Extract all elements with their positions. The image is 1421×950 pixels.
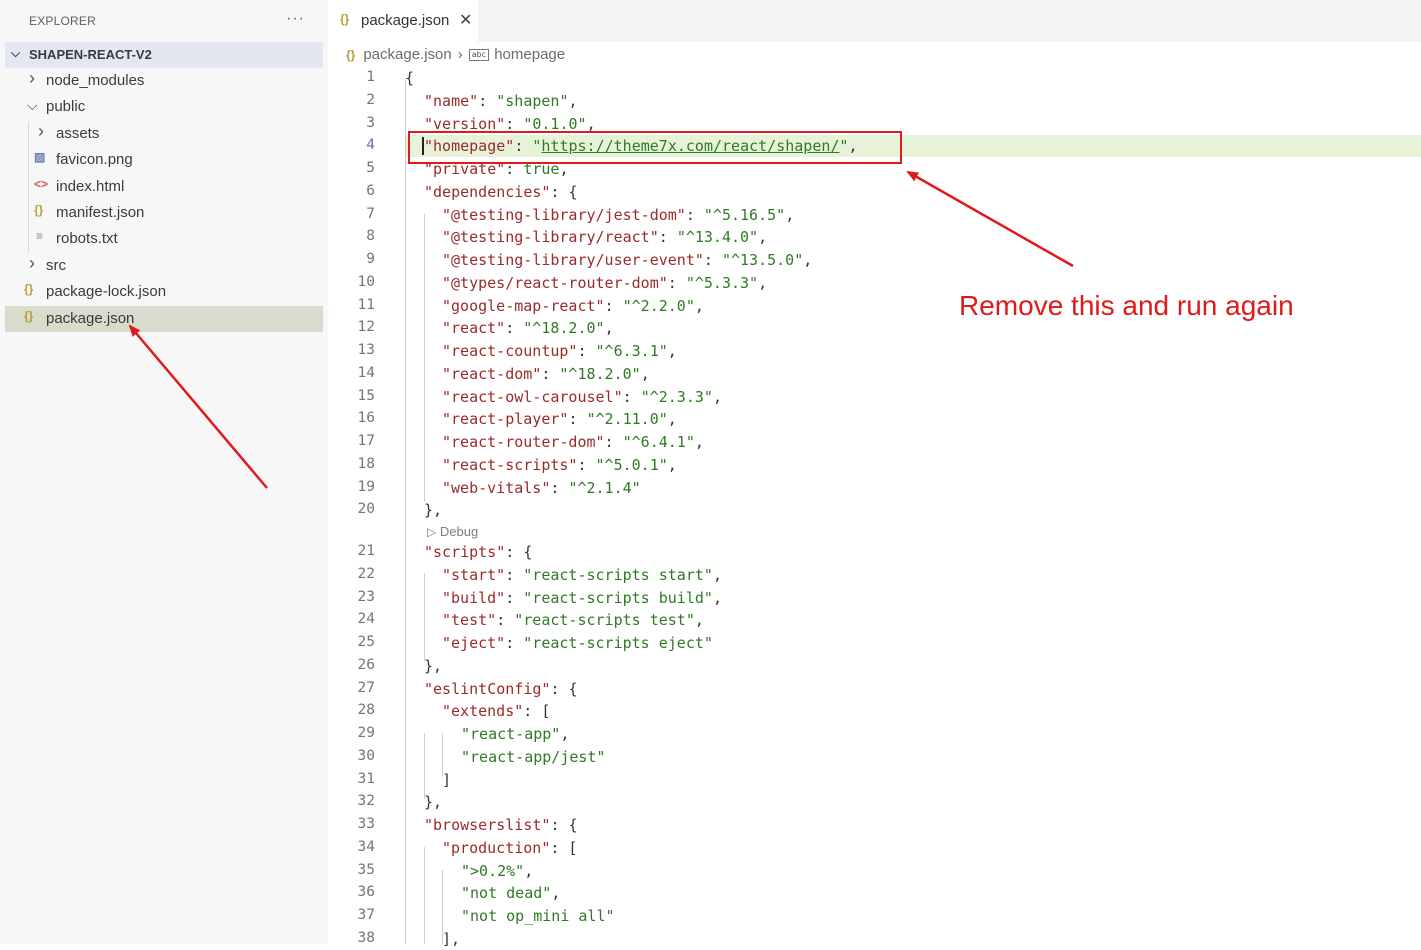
arrow-to-package-json — [128, 324, 268, 489]
annotation-arrows — [128, 170, 1074, 489]
arrow-to-homepage — [906, 170, 1074, 268]
